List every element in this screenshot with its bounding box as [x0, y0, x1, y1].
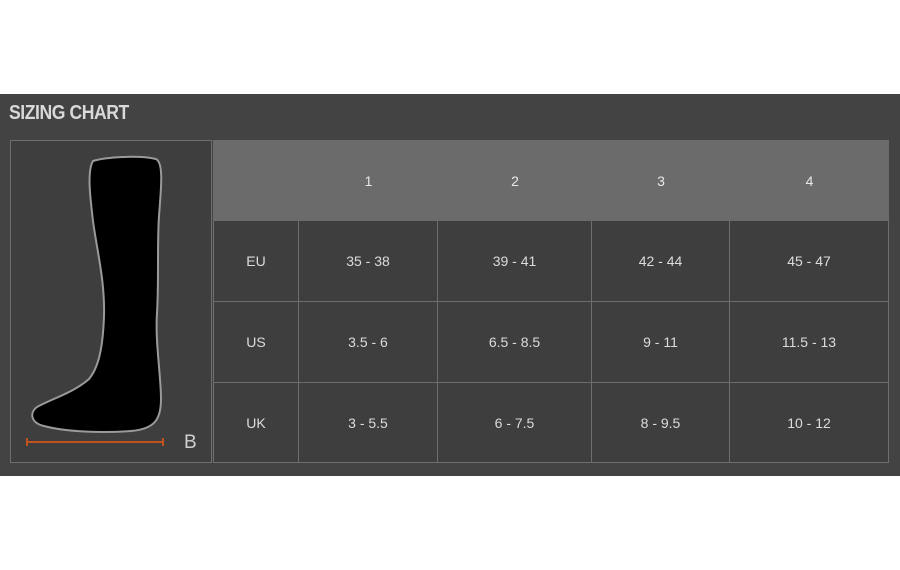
header-size-1: 1 — [299, 140, 438, 221]
size-cell: 3 - 5.5 — [299, 383, 438, 463]
size-cell: 45 - 47 — [730, 221, 889, 302]
row-label-us: US — [213, 302, 299, 383]
size-table: 1 2 3 4 EU 35 - 38 39 - 41 42 - 44 45 - 47 US 3.5 … — [213, 140, 889, 463]
size-cell: 6.5 - 8.5 — [438, 302, 592, 383]
sock-silhouette-icon — [26, 155, 164, 446]
size-cell: 6 - 7.5 — [438, 383, 592, 463]
size-cell: 39 - 41 — [438, 221, 592, 302]
measure-label: B — [184, 432, 197, 453]
header-size-2: 2 — [438, 140, 592, 221]
chart-title: SIZING CHART — [9, 102, 129, 124]
header-corner — [213, 140, 299, 221]
sizing-chart-panel: SIZING CHART B 1 2 3 4 EU 35 - 38 39 - 41 42 - … — [0, 94, 900, 476]
row-label-uk: UK — [213, 383, 299, 463]
measure-line — [26, 438, 164, 446]
row-label-eu: EU — [213, 221, 299, 302]
size-cell: 11.5 - 13 — [730, 302, 889, 383]
header-size-3: 3 — [592, 140, 730, 221]
size-cell: 3.5 - 6 — [299, 302, 438, 383]
header-size-4: 4 — [730, 140, 889, 221]
size-cell: 8 - 9.5 — [592, 383, 730, 463]
size-cell: 10 - 12 — [730, 383, 889, 463]
sock-illustration — [10, 140, 212, 463]
size-cell: 42 - 44 — [592, 221, 730, 302]
size-cell: 35 - 38 — [299, 221, 438, 302]
size-cell: 9 - 11 — [592, 302, 730, 383]
